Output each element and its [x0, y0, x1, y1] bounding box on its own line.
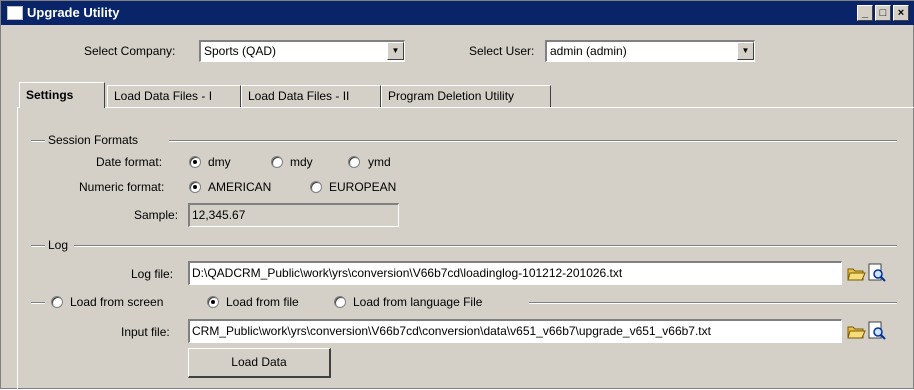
sample-field: 12,345.67 — [188, 203, 399, 227]
log-file-input[interactable]: D:\QADCRM_Public\work\yrs\conversion\V66… — [188, 261, 842, 285]
radio-numeric-american[interactable] — [189, 181, 201, 193]
select-company-label: Select Company: — [84, 44, 176, 58]
group-divider — [31, 245, 45, 247]
radio-load-from-file-label: Load from file — [226, 295, 299, 309]
group-divider — [31, 140, 45, 142]
radio-load-from-screen[interactable] — [51, 296, 63, 308]
window-title: Upgrade Utility — [27, 5, 120, 20]
radio-date-mdy[interactable] — [271, 156, 283, 168]
group-divider — [74, 245, 897, 247]
close-button[interactable]: × — [893, 5, 909, 21]
radio-load-from-file[interactable] — [207, 296, 219, 308]
log-heading: Log — [48, 238, 69, 252]
chevron-down-icon[interactable]: ▼ — [387, 42, 404, 60]
company-select[interactable]: Sports (QAD) ▼ — [199, 40, 405, 62]
group-divider — [529, 302, 897, 304]
radio-date-dmy-label: dmy — [208, 155, 231, 169]
minimize-button[interactable]: _ — [857, 5, 873, 21]
app-icon — [7, 6, 23, 20]
date-format-label: Date format: — [96, 155, 163, 169]
tab-program-deletion-utility[interactable]: Program Deletion Utility — [381, 85, 551, 107]
radio-load-from-language-file[interactable] — [334, 296, 346, 308]
folder-open-icon[interactable] — [846, 321, 866, 341]
company-select-value: Sports (QAD) — [204, 44, 277, 58]
tab-settings[interactable]: Settings — [19, 82, 105, 108]
upgrade-utility-window: Upgrade Utility _ □ × Select Company: Sp… — [0, 0, 914, 390]
preview-icon[interactable] — [867, 321, 887, 341]
chevron-down-icon[interactable]: ▼ — [737, 42, 754, 60]
folder-open-icon[interactable] — [846, 263, 866, 283]
title-bar: Upgrade Utility _ □ × — [1, 1, 914, 25]
maximize-button[interactable]: □ — [875, 5, 891, 21]
group-divider — [31, 302, 45, 304]
log-file-label: Log file: — [131, 267, 174, 281]
radio-date-ymd-label: ymd — [368, 155, 391, 169]
radio-date-mdy-label: mdy — [290, 155, 313, 169]
radio-load-from-language-file-label: Load from language File — [353, 295, 483, 309]
radio-date-ymd[interactable] — [348, 156, 360, 168]
load-data-button[interactable]: Load Data — [188, 348, 331, 378]
preview-icon[interactable] — [867, 263, 887, 283]
input-file-input[interactable]: CRM_Public\work\yrs\conversion\V66b7cd\c… — [188, 319, 842, 343]
radio-numeric-european[interactable] — [310, 181, 322, 193]
settings-panel — [17, 107, 914, 390]
radio-load-from-screen-label: Load from screen — [70, 295, 164, 309]
group-divider — [169, 140, 897, 142]
tab-load-data-files-1[interactable]: Load Data Files - I — [107, 85, 241, 107]
sample-label: Sample: — [134, 208, 179, 222]
select-user-label: Select User: — [469, 44, 535, 58]
input-file-label: Input file: — [121, 325, 170, 339]
radio-numeric-european-label: EUROPEAN — [329, 180, 397, 194]
user-select-value: admin (admin) — [550, 44, 627, 58]
numeric-format-label: Numeric format: — [79, 180, 165, 194]
user-select[interactable]: admin (admin) ▼ — [545, 40, 755, 62]
radio-numeric-american-label: AMERICAN — [208, 180, 272, 194]
radio-date-dmy[interactable] — [189, 156, 201, 168]
tab-load-data-files-2[interactable]: Load Data Files - II — [241, 85, 381, 107]
session-formats-heading: Session Formats — [48, 133, 139, 147]
